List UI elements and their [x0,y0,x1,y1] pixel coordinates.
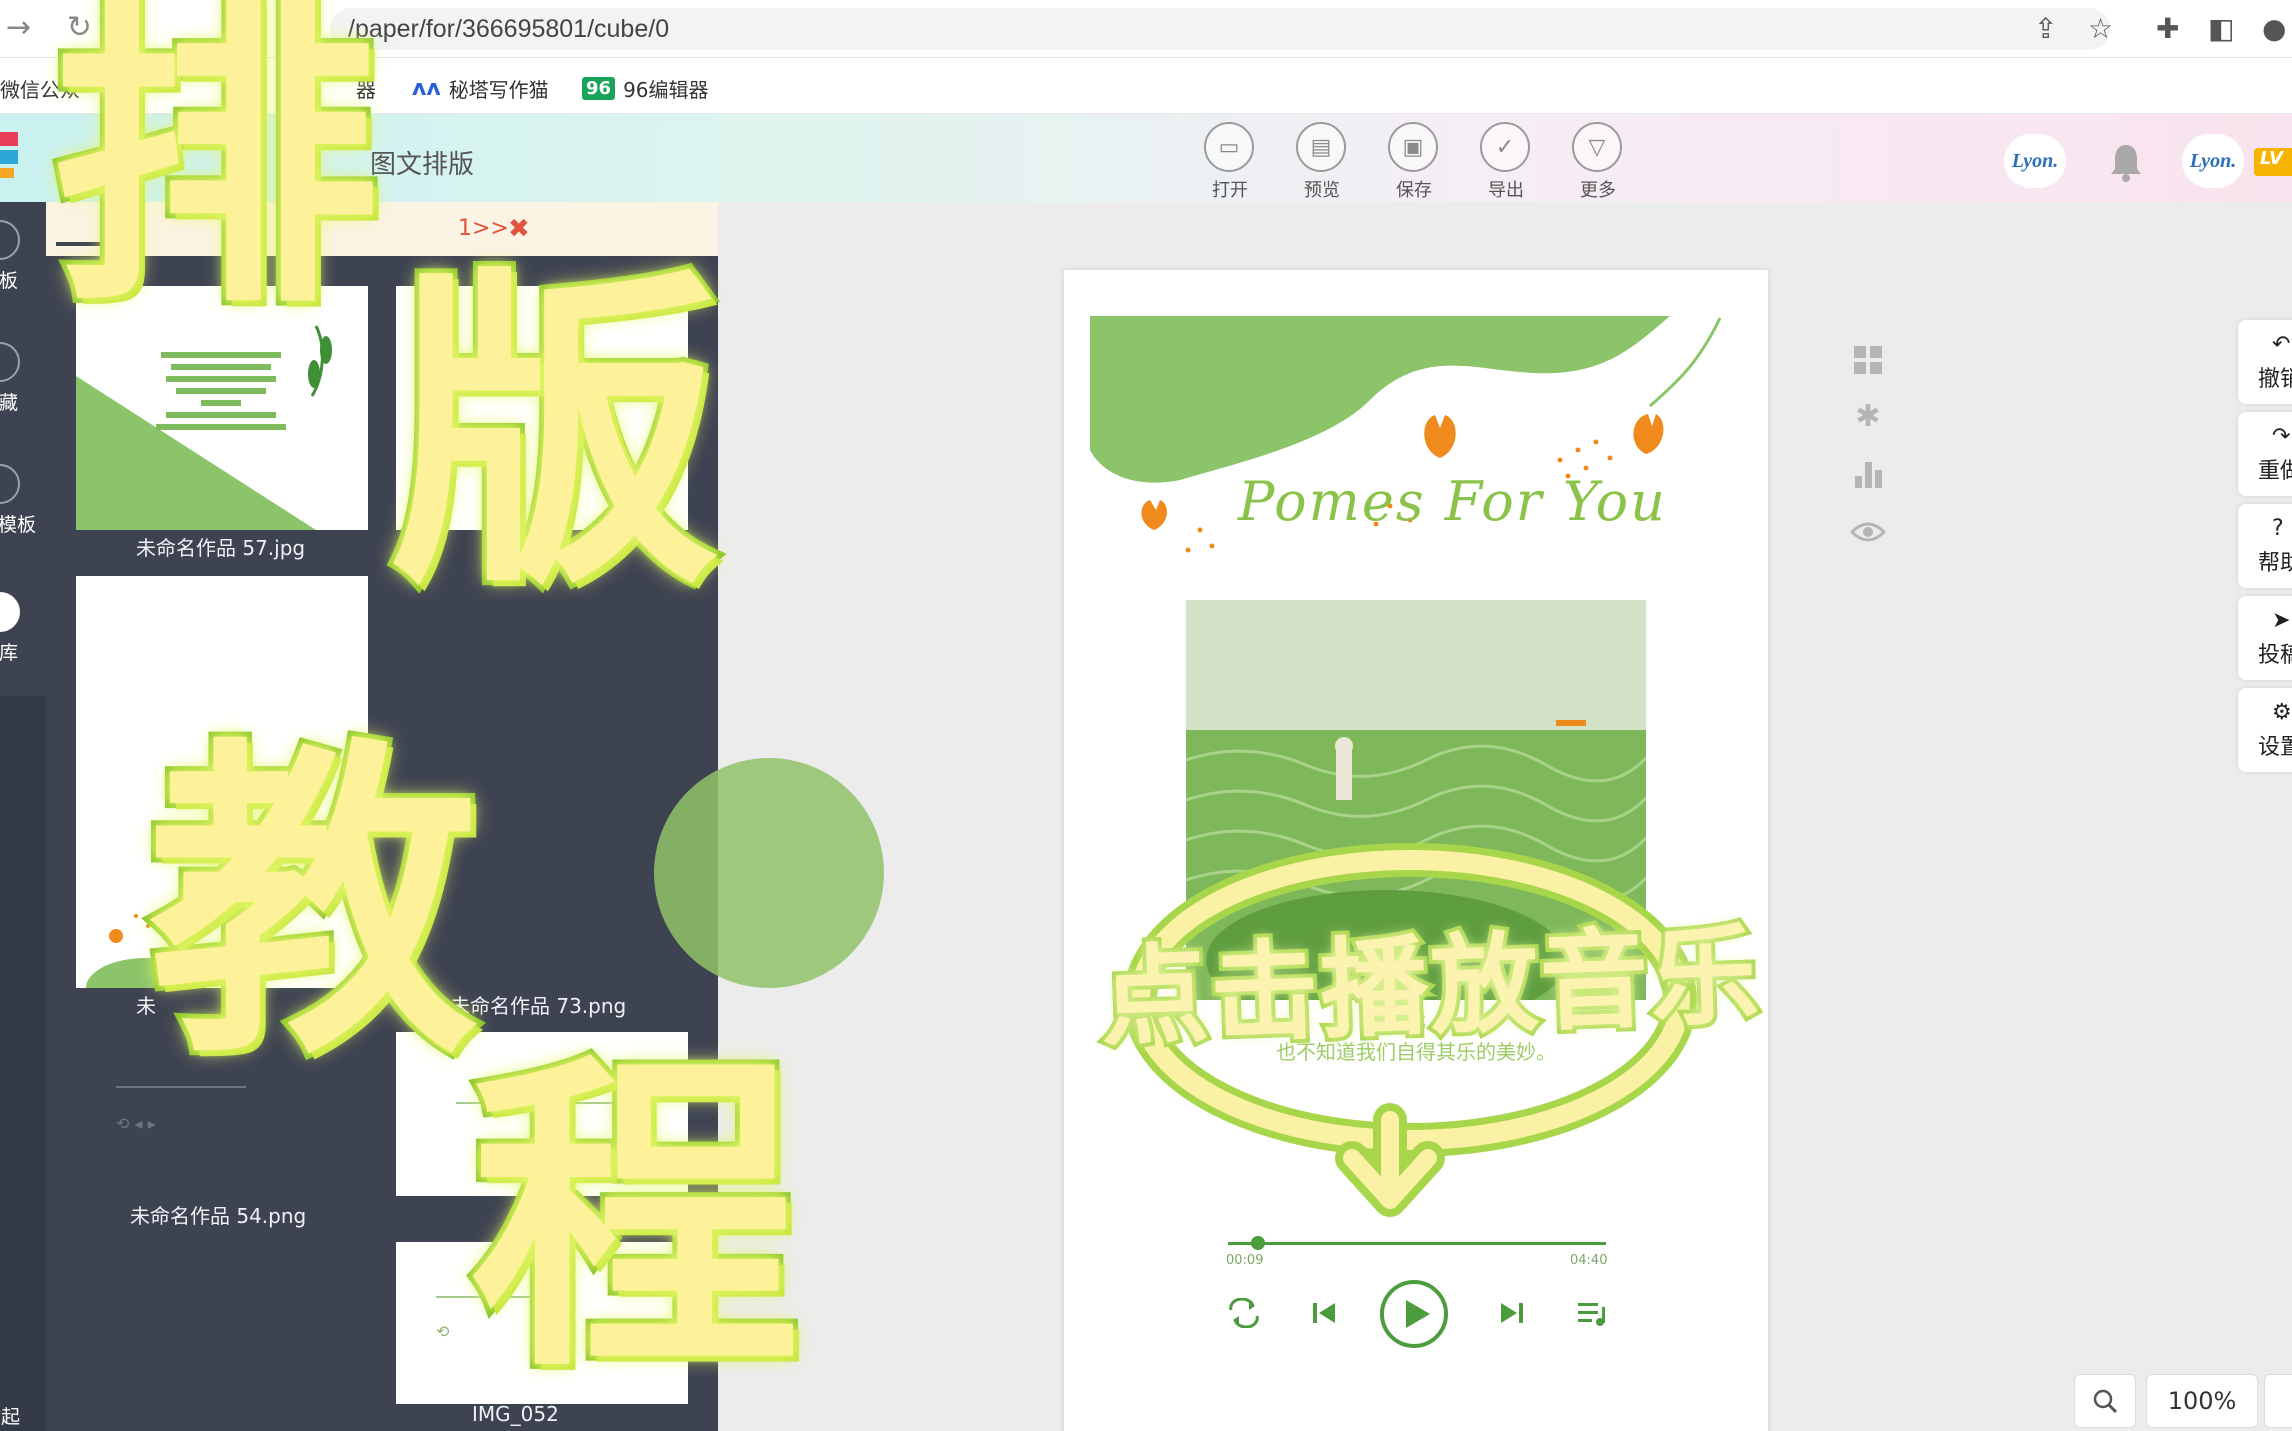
user-menu[interactable]: Lyon. [2182,134,2244,188]
zoom-icon [2093,1389,2118,1414]
poster-header-art [1090,316,1722,553]
help-label: 帮助 [2258,551,2292,576]
bookmark-item[interactable]: 96 96编辑器 [582,74,709,103]
my-template-icon [0,464,20,504]
bookmark-item[interactable]: ʌʌ 秘塔写作猫 [412,74,549,103]
zoom-level[interactable]: 100% [2146,1374,2258,1428]
overlay-char: 版 [385,243,725,627]
submit-button[interactable]: ➤ 投稿 [2238,596,2292,680]
undo-icon: ↶ [2272,332,2291,357]
profile-icon[interactable]: ● [2262,12,2286,45]
redo-icon: ↷ [2272,424,2291,449]
play-music-caption: 点击播放音乐 [1094,910,1766,1066]
undo-button[interactable]: ↶ 撤销 [2238,320,2292,404]
extension-icon[interactable]: ✚ [2156,12,2179,45]
poster-title[interactable]: Pomes For You [1238,470,1667,533]
settings-label: 设置 [2258,735,2292,760]
send-icon: ➤ [2272,608,2291,633]
save-icon: ▣ [1388,122,1438,172]
metaso-logo-icon: ʌʌ [412,76,441,101]
rail-label: 图库 [0,642,19,664]
gallery-icon [0,592,20,632]
gear-icon: ⚙ [2272,700,2292,725]
next-page-link[interactable]: 1>> [458,216,509,241]
snowflake-icon[interactable]: ✱ [1850,398,1886,434]
rail-label: 模板 [0,270,19,292]
chevron-down-icon: ▽ [1572,122,1622,172]
help-icon: ? [2272,516,2284,541]
progress-track[interactable] [1228,1242,1606,1245]
main-toolbar: ▭ 打开 ▤ 预览 ▣ 保存 ✓ 导出 ▽ 更多 [1204,122,1624,202]
play-button[interactable] [1378,1278,1450,1350]
settings-button[interactable]: ⚙ 设置 [2238,688,2292,772]
share-icon[interactable]: ⇪ [2034,12,2057,45]
bookmark-logo: 96 [582,77,616,100]
thumbnail-text-lines [116,346,326,436]
preview-button[interactable]: ▤ 预览 [1296,122,1348,202]
forward-icon[interactable]: → [6,10,31,45]
thumbnail-label: 未命名作品 54.png [130,1204,307,1228]
rail-item-gallery[interactable]: 图库 [0,592,46,665]
rail-item-collapse[interactable]: 收起 [0,1402,46,1429]
help-button[interactable]: ? 帮助 [2238,504,2292,588]
folder-icon: ▭ [1204,122,1254,172]
redo-button[interactable]: ↷ 重做 [2238,412,2292,496]
address-bar[interactable]: /paper/for/366695801/cube/0 [330,8,2110,50]
repeat-icon[interactable] [1216,1285,1272,1341]
grid-icon[interactable] [1850,342,1886,378]
overlay-char: 排 [45,0,385,347]
export-label: 导出 [1488,180,1524,201]
decorative-circle [654,758,884,988]
rail-item-favorites[interactable]: 收藏 [0,342,46,415]
thumbnail-label: 未命名作品 57.jpg [136,536,306,560]
sidebar-toggle-icon[interactable]: ◧ [2208,12,2234,45]
rail-item-templates[interactable]: 模板 [0,220,46,293]
favorite-icon [0,342,20,382]
export-button[interactable]: ✓ 导出 [1480,122,1532,202]
save-label: 保存 [1396,180,1432,201]
playlist-icon[interactable] [1564,1285,1620,1341]
template-icon [0,220,20,260]
preview-label: 预览 [1304,180,1340,201]
left-rail: 模板 收藏 我的模板 图库 收起 [0,202,46,1431]
bell-icon[interactable] [2108,142,2144,182]
more-label: 更多 [1580,180,1616,201]
submit-label: 投稿 [2258,643,2292,668]
overlay-char: 教 [143,713,483,1097]
previous-icon[interactable] [1296,1285,1352,1341]
star-icon[interactable]: ☆ [2088,12,2113,45]
eye-icon[interactable] [1850,514,1886,550]
zoom-in-button[interactable] [2074,1374,2136,1428]
time-total: 04:40 [1570,1253,1608,1268]
zoom-out-button[interactable] [2264,1374,2292,1428]
redo-label: 重做 [2258,459,2292,484]
bookmark-label: 秘塔写作猫 [448,78,549,102]
preview-icon: ▤ [1296,122,1346,172]
overlay-char: 程 [465,1027,805,1411]
rail-label: 收起 [0,1406,21,1428]
bookmark-label: 96编辑器 [623,78,709,102]
rail-divider [0,696,46,1431]
open-label: 打开 [1212,180,1248,201]
rail-label: 收藏 [0,392,19,414]
next-icon[interactable] [1484,1285,1540,1341]
app-logo-icon [0,132,18,178]
open-button[interactable]: ▭ 打开 [1204,122,1256,202]
level-badge: LV [2254,148,2292,176]
time-current: 00:09 [1226,1253,1264,1268]
check-icon: ✓ [1480,122,1530,172]
undo-label: 撤销 [2258,367,2292,392]
close-icon[interactable]: ✖ [508,214,530,244]
app-title: 图文排版 [370,150,475,180]
bar-chart-icon[interactable] [1850,456,1886,492]
user-avatar[interactable]: Lyon. [2004,134,2066,188]
rail-item-my-templates[interactable]: 我的模板 [0,464,46,537]
rail-label: 我的模板 [0,514,37,536]
more-button[interactable]: ▽ 更多 [1572,122,1624,202]
save-button[interactable]: ▣ 保存 [1388,122,1440,202]
